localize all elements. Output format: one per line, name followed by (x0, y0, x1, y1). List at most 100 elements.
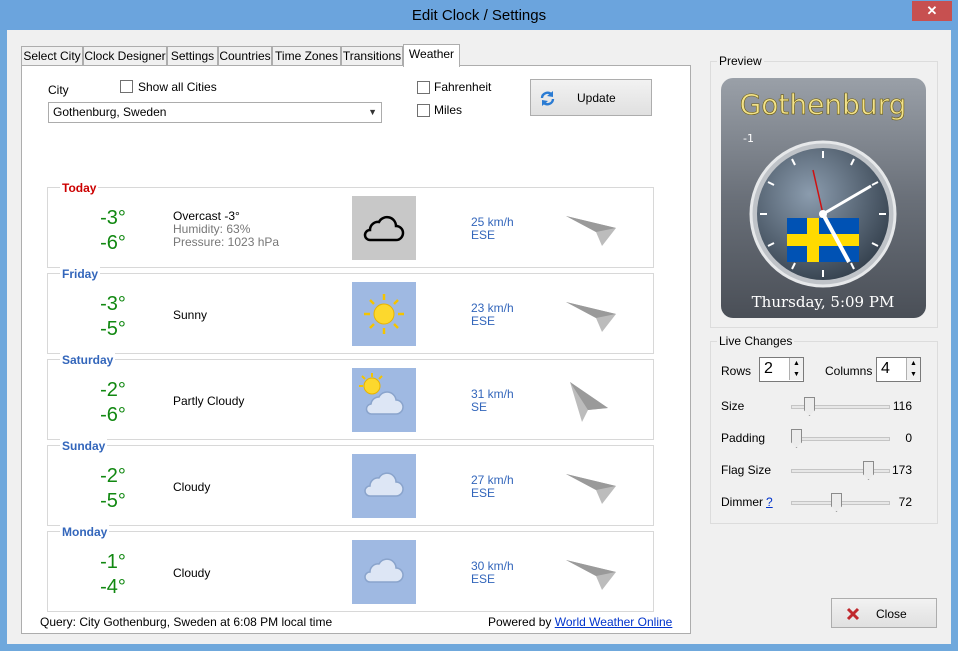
columns-down-icon[interactable]: ▼ (906, 369, 920, 380)
pressure-text: Pressure: 1023 hPa (173, 235, 280, 249)
city-label: City (48, 83, 69, 97)
temp-low: -4° (100, 576, 126, 598)
city-select[interactable]: Gothenburg, Sweden ▼ (48, 102, 382, 123)
live-changes-title: Live Changes (717, 334, 795, 348)
temp-low: -6° (100, 232, 126, 254)
slider-thumb[interactable] (831, 493, 842, 512)
sun-icon (352, 282, 416, 346)
preview-date-time: Thursday, 5:09 PM (752, 293, 895, 311)
fahrenheit-checkbox[interactable] (417, 81, 430, 94)
wind-direction: ESE (471, 314, 496, 328)
temp-low: -6° (100, 404, 126, 426)
day-name: Saturday (60, 353, 116, 367)
temp-high: -2° (100, 379, 126, 401)
condition-text: Sunny (173, 308, 208, 322)
refresh-icon (540, 91, 555, 106)
miles-checkbox[interactable] (417, 104, 430, 117)
city-select-value: Gothenburg, Sweden (53, 105, 167, 119)
forecast-row-monday: Monday -1° -4° Cloudy 30 km/h ESE (47, 525, 654, 612)
tab-countries[interactable]: Countries (218, 46, 272, 66)
wind-direction: ESE (471, 486, 496, 500)
forecast-row-friday: Friday -3° -5° Sunny 23 km/h ESE (47, 267, 654, 354)
rows-spinner[interactable]: 2 ▲ ▼ (759, 357, 804, 382)
tab-clock-designer[interactable]: Clock Designer (83, 46, 167, 66)
close-icon (846, 607, 860, 621)
wind-arrow-icon (566, 216, 616, 246)
app-window: Edit Clock / Settings ✕ Select City Cloc… (0, 0, 958, 651)
wind-info: 31 km/h SE (471, 388, 514, 414)
day-name: Friday (60, 267, 101, 281)
query-status: Query: City Gothenburg, Sweden at 6:08 P… (40, 615, 333, 629)
tab-transitions[interactable]: Transitions (341, 46, 403, 66)
rows-up-icon[interactable]: ▲ (789, 358, 803, 369)
wind-direction: SE (471, 400, 488, 414)
update-button[interactable]: Update (530, 79, 652, 116)
wind-info: 23 km/h ESE (471, 302, 514, 328)
close-button[interactable]: Close (831, 598, 937, 628)
columns-label: Columns (825, 364, 873, 378)
size-label: Size (721, 399, 745, 413)
tab-select-city[interactable]: Select City (21, 46, 83, 66)
chevron-down-icon: ▼ (368, 107, 377, 117)
wind-arrow-icon (566, 302, 616, 332)
powered-by-label: Powered by (488, 615, 552, 629)
miles-label: Miles (434, 103, 463, 117)
rows-label: Rows (721, 364, 752, 378)
window-title: Edit Clock / Settings (411, 7, 547, 24)
preview-group-title: Preview (717, 54, 764, 68)
cloud-icon (352, 454, 416, 518)
dimmer-value: 72 (898, 495, 912, 509)
update-label: Update (577, 91, 616, 105)
wind-direction: ESE (471, 572, 496, 586)
dimmer-help-link[interactable]: ? (766, 495, 773, 509)
dialog-client: Select City Clock Designer Settings Coun… (7, 30, 951, 644)
title-bar[interactable]: Edit Clock / Settings ✕ (0, 0, 958, 30)
rows-down-icon[interactable]: ▼ (789, 369, 803, 380)
day-name: Monday (60, 525, 110, 539)
forecast-row-today: Today -3° -6° Overcast -3° Humidity: 63%… (47, 181, 654, 268)
padding-label: Padding (721, 431, 766, 445)
columns-spinner[interactable]: 4 ▲ ▼ (876, 357, 921, 382)
condition-text: Cloudy (173, 566, 211, 580)
rows-value: 2 (764, 360, 773, 377)
tab-time-zones[interactable]: Time Zones (272, 46, 341, 66)
tab-weather[interactable]: Weather (403, 44, 460, 67)
close-label: Close (876, 607, 907, 621)
size-value: 116 (892, 399, 912, 413)
fahrenheit-label: Fahrenheit (434, 80, 492, 94)
wind-arrow-icon (566, 560, 616, 590)
clock-preview: Gothenburg -1 Thursday, 5:09 PM (721, 78, 926, 318)
flag-size-label: Flag Size (721, 463, 772, 477)
cloud-outline-icon (352, 196, 416, 260)
day-name: Sunday (60, 439, 108, 453)
wind-info: 25 km/h ESE (471, 216, 514, 242)
condition-block: Overcast -3° Humidity: 63% Pressure: 102… (173, 210, 279, 249)
tab-settings[interactable]: Settings (167, 46, 218, 66)
temp-low: -5° (100, 490, 126, 512)
show-all-cities-label: Show all Cities (138, 80, 217, 94)
temp-high: -3° (100, 293, 126, 315)
cloud-icon (352, 540, 416, 604)
show-all-cities-checkbox[interactable] (120, 80, 133, 93)
slider-thumb[interactable] (791, 429, 802, 448)
temp-high: -1° (100, 551, 126, 573)
columns-value: 4 (881, 360, 890, 377)
forecast-row-sunday: Sunday -2° -5° Cloudy 27 km/h ESE (47, 439, 654, 526)
wind-arrow-icon (566, 474, 616, 504)
condition-text: Cloudy (173, 480, 211, 494)
window-close-icon[interactable]: ✕ (912, 1, 952, 21)
powered-by: Powered by World Weather Online (488, 615, 672, 629)
wind-info: 27 km/h ESE (471, 474, 514, 500)
partly-cloudy-icon (352, 368, 416, 432)
padding-value: 0 (905, 431, 912, 445)
temp-high: -3° (100, 207, 126, 229)
wind-info: 30 km/h ESE (471, 560, 514, 586)
preview-utc-offset: -1 (743, 132, 754, 145)
weather-tab-page: City Show all Cities Gothenburg, Sweden … (21, 65, 691, 634)
columns-up-icon[interactable]: ▲ (906, 358, 920, 369)
world-weather-online-link[interactable]: World Weather Online (555, 615, 673, 629)
preview-city-name: Gothenburg (740, 88, 907, 121)
dimmer-label: Dimmer (721, 495, 763, 509)
slider-thumb[interactable] (804, 397, 815, 416)
day-name: Today (60, 181, 99, 195)
